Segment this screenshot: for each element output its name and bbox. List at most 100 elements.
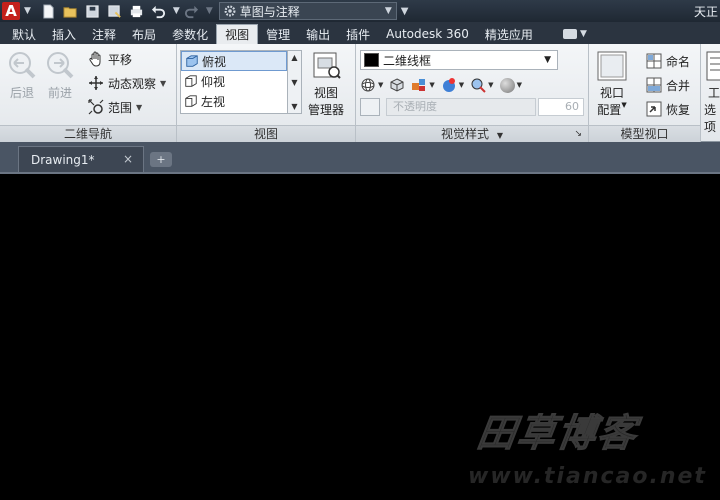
visual-style-dropdown[interactable]: 二维线框 ▼ <box>360 50 558 70</box>
tab-autodesk-360[interactable]: Autodesk 360 <box>378 24 477 44</box>
workspace-switcher[interactable]: 草图与注释 ▼ <box>218 2 397 20</box>
scroll-up-icon[interactable]: ▲ <box>291 53 297 62</box>
tab-default[interactable]: 默认 <box>4 24 44 44</box>
orbit-label: 动态观察 <box>108 76 157 91</box>
tab-insert[interactable]: 插入 <box>44 24 84 44</box>
panel-launcher-icon[interactable]: ↘ <box>574 126 582 142</box>
application-menu-button[interactable]: A <box>0 0 22 22</box>
visual-style-tools-row: ▼ ▼ ▼ ▼ ▼ <box>360 74 558 96</box>
named-viewports-button[interactable]: 命名 <box>646 52 690 70</box>
restore-viewports-button[interactable]: 恢复 <box>646 100 690 118</box>
view-item-label: 俯视 <box>202 54 227 69</box>
tab-layout[interactable]: 布局 <box>124 24 164 44</box>
ribbon-display-toggle[interactable]: ▼ <box>562 24 587 44</box>
back-magnifier-icon <box>9 52 36 79</box>
watermark-text: 田草博客 <box>474 411 641 456</box>
gear-icon <box>224 5 236 17</box>
autocad-logo-icon: A <box>2 2 20 20</box>
save-as-button[interactable] <box>105 2 125 20</box>
material-button[interactable]: ▼ <box>470 77 494 93</box>
join-label: 合并 <box>666 78 691 93</box>
forward-button[interactable]: 前进 <box>44 50 76 101</box>
print-icon <box>131 5 143 17</box>
hand-icon <box>89 51 101 67</box>
open-file-button[interactable] <box>61 2 81 20</box>
pan-button[interactable]: 平移 <box>88 50 132 68</box>
view-item-left[interactable]: 左视 <box>181 91 287 111</box>
toolbars-button[interactable]: 工 选项 <box>704 50 720 135</box>
tab-output[interactable]: 输出 <box>298 24 338 44</box>
shadow-button[interactable]: ▼ <box>411 77 435 93</box>
orbit-icon <box>89 76 103 90</box>
print-button[interactable] <box>127 2 147 20</box>
top-view-cube-icon <box>186 55 198 67</box>
viewport-config-icon <box>597 51 627 81</box>
orbit-button[interactable]: 动态观察 ▼ <box>88 74 166 92</box>
opacity-value[interactable]: 60 <box>538 98 584 116</box>
edge-effects-button[interactable]: ▼ <box>360 77 383 93</box>
customize-quick-access-icon[interactable]: ▼ <box>401 6 409 17</box>
document-tab-bar: Drawing1* × + <box>0 142 720 172</box>
visual-style-swatch-icon <box>364 53 379 67</box>
view-item-top[interactable]: 俯视 <box>181 51 287 71</box>
tab-plugins[interactable]: 插件 <box>338 24 378 44</box>
window-title-text: 天正 <box>693 5 718 19</box>
blocks-icon <box>412 79 426 91</box>
redo-icon <box>185 5 199 18</box>
face-style-button[interactable] <box>389 77 405 93</box>
expand-gallery-icon[interactable]: ▼ <box>291 102 297 111</box>
toolbars-label-line2: 选项 <box>704 103 717 134</box>
view-gallery: 俯视 仰视 左视 <box>180 50 288 114</box>
light-bulb-sphere-icon <box>442 78 455 92</box>
bottom-view-cube-icon <box>185 75 197 87</box>
opacity-slider[interactable]: 不透明度 <box>386 98 536 116</box>
view-gallery-scrollbar[interactable]: ▲ ▼ ▼ <box>288 50 302 114</box>
panel-2d-navigation: 后退 前进 平移 动态观察 ▼ 范围 ▼ 二维导航 <box>0 44 177 142</box>
lighting-button[interactable]: ▼ <box>441 77 464 93</box>
redo-button[interactable] <box>182 2 202 20</box>
opacity-toggle-icon[interactable] <box>360 98 380 116</box>
view-item-label: 左视 <box>201 94 226 109</box>
view-manager-label-line2: 管理器 <box>308 103 345 117</box>
app-menu-dropdown-icon[interactable]: ▼ <box>24 6 31 16</box>
named-viewports-icon <box>646 53 662 69</box>
tab-annotate[interactable]: 注释 <box>84 24 124 44</box>
viewport-config-label-line2: 配置▼ <box>597 101 627 117</box>
environment-button[interactable]: ▼ <box>499 77 522 93</box>
panel-title-model-viewports: 模型视口 <box>589 125 700 142</box>
new-file-button[interactable] <box>39 2 59 20</box>
viewport-config-button[interactable]: 视口 配置▼ <box>596 50 628 118</box>
back-button[interactable]: 后退 <box>6 50 38 101</box>
workspace-label: 草图与注释 <box>239 4 300 19</box>
tab-parametric[interactable]: 参数化 <box>164 24 216 44</box>
chevron-down-icon[interactable]: ▼ <box>497 131 503 140</box>
panel-title-views: 视图 <box>177 125 355 142</box>
scroll-down-icon[interactable]: ▼ <box>291 78 297 87</box>
save-button[interactable] <box>83 2 103 20</box>
open-folder-icon <box>63 6 78 18</box>
ribbon-tab-bar: 默认 插入 注释 布局 参数化 视图 管理 输出 插件 Autodesk 360… <box>0 22 720 44</box>
title-bar: A ▼ ▼ ▼ 草图与注释 ▼ ▼ 天正 <box>0 0 720 22</box>
tab-featured-apps[interactable]: 精选应用 <box>477 24 541 44</box>
document-tab-drawing1[interactable]: Drawing1* × <box>18 146 144 172</box>
magnifier-render-icon <box>471 78 486 93</box>
join-viewports-button[interactable]: 合并 <box>646 76 690 94</box>
tab-manage[interactable]: 管理 <box>258 24 298 44</box>
chevron-down-icon: ▼ <box>136 102 143 112</box>
view-item-bottom[interactable]: 仰视 <box>181 71 287 91</box>
tab-view[interactable]: 视图 <box>216 24 259 44</box>
save-icon <box>86 4 100 18</box>
panel-title-visual-styles: 视觉样式 ▼ ↘ <box>356 125 588 142</box>
new-drawing-tab-button[interactable]: + <box>150 152 172 167</box>
extents-button[interactable]: 范围 ▼ <box>88 98 142 116</box>
chevron-down-icon: ▼ <box>544 55 551 65</box>
close-icon[interactable]: × <box>123 152 133 166</box>
drawing-canvas[interactable]: 田草博客 www.tiancao.net <box>0 172 720 500</box>
opacity-label: 不透明度 <box>393 100 437 113</box>
document-tab-label: Drawing1* <box>31 152 95 167</box>
undo-dropdown-icon[interactable]: ▼ <box>173 6 180 16</box>
view-item-label: 仰视 <box>201 74 226 89</box>
redo-dropdown-icon[interactable]: ▼ <box>206 6 213 16</box>
undo-button[interactable] <box>149 2 169 20</box>
view-manager-button[interactable]: 视图 管理器 <box>308 50 344 118</box>
